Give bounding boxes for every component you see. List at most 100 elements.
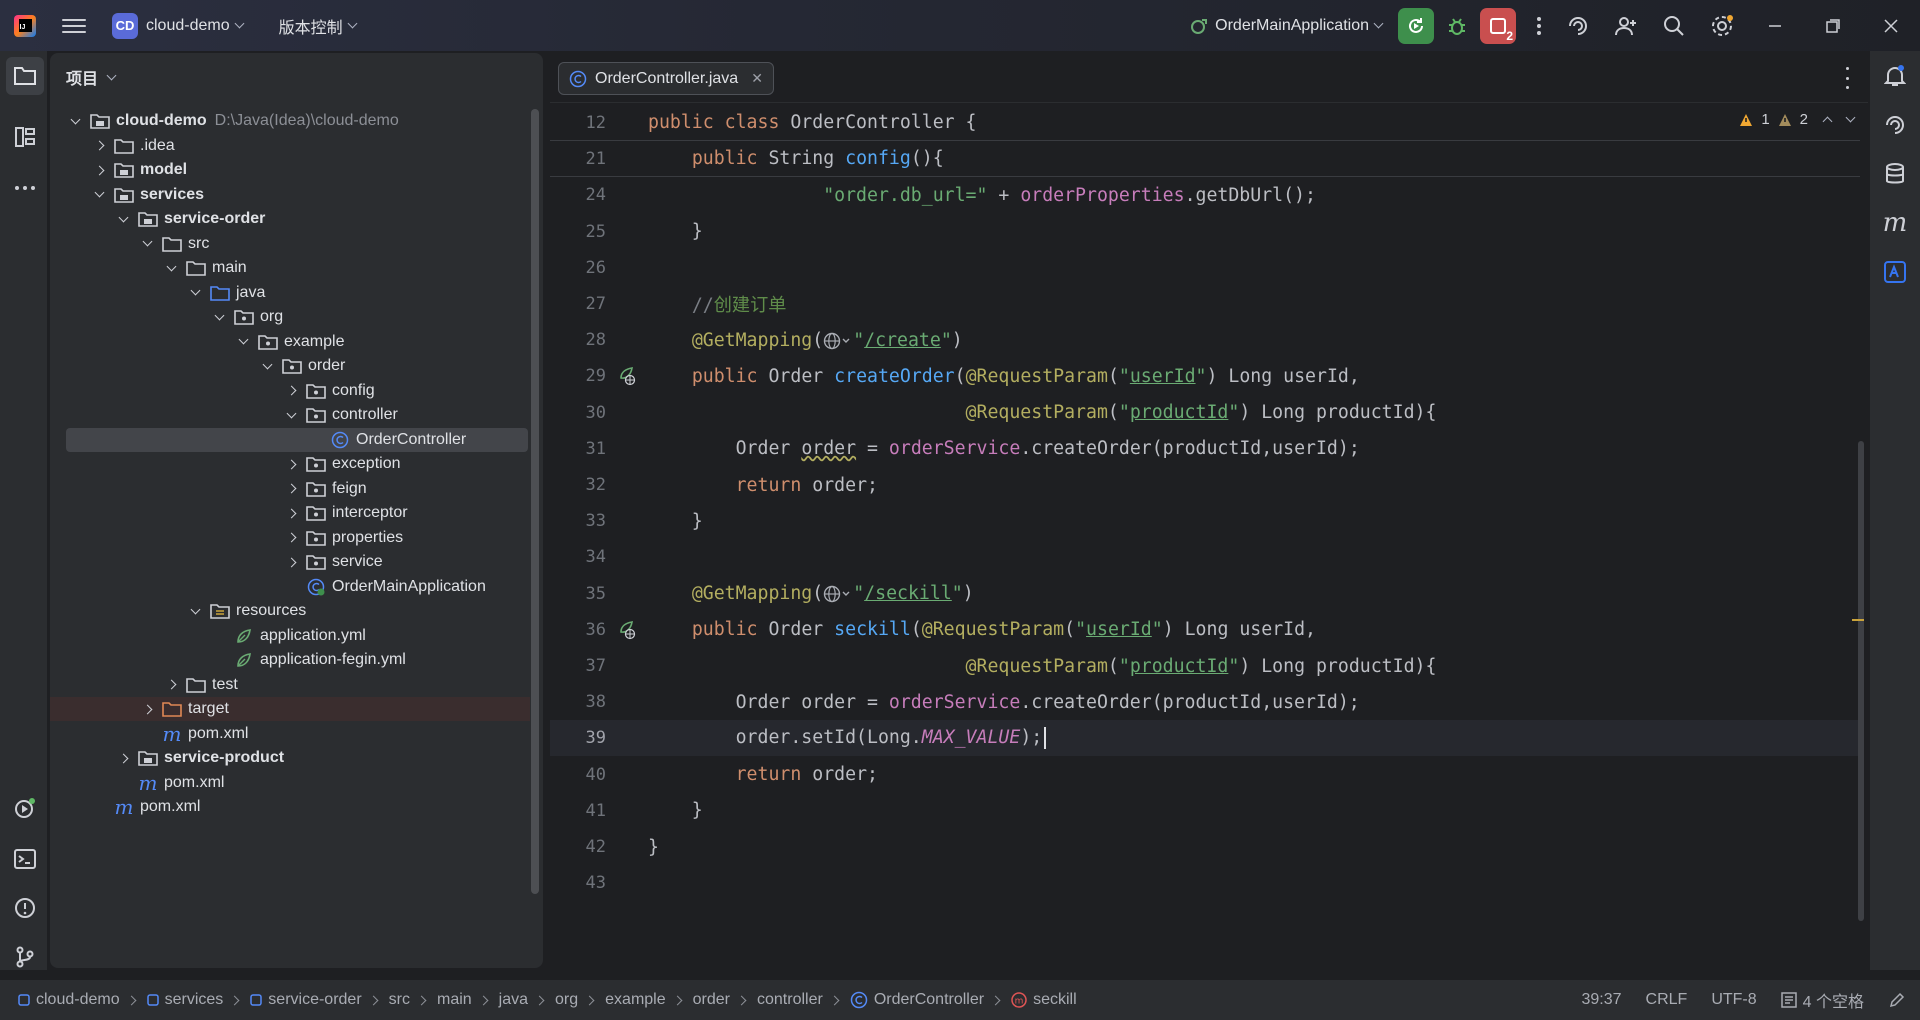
edit-pencil-icon[interactable]: [1888, 991, 1906, 1009]
tree-item[interactable]: config: [50, 379, 530, 403]
indent-widget[interactable]: 4 个空格: [1780, 988, 1864, 1012]
structure-tool-icon[interactable]: [6, 118, 44, 156]
tree-item[interactable]: OrderController: [66, 427, 528, 452]
expand-arrow-down-icon[interactable]: [70, 113, 80, 129]
settings-gear-icon[interactable]: [1698, 0, 1746, 51]
code-line[interactable]: 39 order.setId(Long.MAX_VALUE);: [550, 720, 1860, 757]
code-line[interactable]: 35 @GetMapping("/seckill"): [550, 576, 1860, 612]
url-globe-icon[interactable]: [823, 583, 853, 604]
expand-arrow-right-icon[interactable]: [286, 456, 296, 472]
maven-tool-icon[interactable]: m: [1876, 204, 1914, 242]
expand-arrow-right-icon[interactable]: [142, 701, 152, 717]
code-line[interactable]: 31 Order order = orderService.createOrde…: [550, 431, 1860, 467]
warning-stripe-marker[interactable]: [1852, 619, 1864, 621]
endpoint-gutter-icon[interactable]: [606, 366, 648, 386]
notifications-bell-icon[interactable]: [1876, 57, 1914, 95]
problems-tool-icon[interactable]: [6, 889, 44, 927]
more-actions-icon[interactable]: [1524, 0, 1554, 51]
ai-chat-icon[interactable]: [1876, 106, 1914, 144]
expand-arrow-right-icon[interactable]: [166, 677, 176, 693]
breadcrumb-item[interactable]: main: [437, 991, 472, 1009]
breadcrumb-item[interactable]: order: [693, 991, 730, 1009]
project-tree-scrollbar[interactable]: [531, 109, 539, 894]
expand-arrow-down-icon[interactable]: [214, 309, 224, 325]
project-switcher[interactable]: cloud-demo: [146, 17, 245, 35]
breadcrumb-item[interactable]: OrderController: [850, 991, 984, 1009]
inspection-widget[interactable]: 1 2: [1739, 111, 1856, 128]
endpoint-gutter-icon[interactable]: [606, 620, 648, 640]
caret-position[interactable]: 39:37: [1581, 991, 1621, 1009]
file-encoding[interactable]: UTF-8: [1711, 991, 1756, 1009]
code-line[interactable]: 29 public Order createOrder(@RequestPara…: [550, 358, 1860, 394]
breadcrumb-item[interactable]: m seckill: [1011, 991, 1077, 1009]
expand-arrow-down-icon[interactable]: [262, 358, 272, 374]
tree-item[interactable]: order: [50, 354, 530, 378]
tree-item[interactable]: src: [50, 232, 530, 256]
expand-arrow-right-icon[interactable]: [94, 162, 104, 178]
tree-item[interactable]: OrderMainApplication: [50, 575, 530, 599]
code-line[interactable]: 24 "order.db_url=" + orderProperties.get…: [550, 177, 1860, 213]
expand-arrow-right-icon[interactable]: [286, 481, 296, 497]
tree-item[interactable]: cloud-demo D:\Java(Idea)\cloud-demo: [50, 109, 530, 133]
tree-item[interactable]: java: [50, 281, 530, 305]
breadcrumb-item[interactable]: example: [605, 991, 665, 1009]
tree-item[interactable]: target: [50, 697, 530, 721]
expand-arrow-right-icon[interactable]: [118, 750, 128, 766]
expand-arrow-down-icon[interactable]: [238, 334, 248, 350]
url-globe-icon[interactable]: [823, 330, 853, 351]
tree-item[interactable]: service: [50, 550, 530, 574]
close-tab-icon[interactable]: ✕: [751, 70, 763, 87]
tree-item[interactable]: m pom.xml: [50, 795, 530, 819]
breadcrumb-item[interactable]: java: [499, 991, 528, 1009]
main-menu-icon[interactable]: [62, 18, 86, 33]
code-line[interactable]: 38 Order order = orderService.createOrde…: [550, 684, 1860, 720]
expand-arrow-right-icon[interactable]: [286, 383, 296, 399]
code-line[interactable]: 33 }: [550, 503, 1860, 539]
expand-arrow-down-icon[interactable]: [190, 285, 200, 301]
tree-item[interactable]: application.yml: [50, 624, 530, 648]
tree-item[interactable]: services: [50, 183, 530, 207]
code-line[interactable]: 37 @RequestParam("productId") Long produ…: [550, 648, 1860, 684]
project-tool-folder-icon[interactable]: [6, 57, 44, 95]
code-line[interactable]: 41 }: [550, 793, 1860, 829]
breadcrumb-item[interactable]: org: [555, 991, 578, 1009]
expand-arrow-right-icon[interactable]: [286, 554, 296, 570]
expand-arrow-right-icon[interactable]: [286, 505, 296, 521]
code-line[interactable]: 43: [550, 865, 1860, 901]
expand-arrow-right-icon[interactable]: [286, 530, 296, 546]
tree-item[interactable]: service-order: [50, 207, 530, 231]
expand-arrow-down-icon[interactable]: [142, 236, 152, 252]
database-icon[interactable]: [1876, 155, 1914, 193]
code-line[interactable]: 32 return order;: [550, 467, 1860, 503]
stop-button[interactable]: 2: [1480, 7, 1516, 44]
code-line[interactable]: 40 return order;: [550, 757, 1860, 793]
expand-arrow-down-icon[interactable]: [118, 211, 128, 227]
tree-item[interactable]: main: [50, 256, 530, 280]
expand-arrow-down-icon[interactable]: [94, 187, 104, 203]
tree-item[interactable]: .idea: [50, 134, 530, 158]
tree-item[interactable]: feign: [50, 477, 530, 501]
tree-item[interactable]: test: [50, 673, 530, 697]
run-configuration-selector[interactable]: OrderMainApplication: [1189, 16, 1384, 36]
tree-item[interactable]: service-product: [50, 746, 530, 770]
tree-item[interactable]: model: [50, 158, 530, 182]
breadcrumb-item[interactable]: src: [389, 991, 410, 1009]
intellij-logo-icon[interactable]: IJ: [14, 14, 36, 37]
previous-highlight-icon[interactable]: [1822, 116, 1833, 127]
close-window-icon[interactable]: [1862, 0, 1920, 51]
expand-arrow-right-icon[interactable]: [94, 138, 104, 154]
sticky-code-line[interactable]: 12 public class OrderController {: [550, 105, 1860, 141]
code-line[interactable]: 28 @GetMapping("/create"): [550, 322, 1860, 358]
ai-assistant-icon[interactable]: [1554, 0, 1602, 51]
code-line[interactable]: 36 public Order seckill(@RequestParam("u…: [550, 612, 1860, 648]
code-line[interactable]: 27 //创建订单: [550, 286, 1860, 322]
project-badge[interactable]: CD: [112, 12, 138, 39]
code-editor[interactable]: 12 public class OrderController {21 publi…: [550, 105, 1868, 935]
code-line[interactable]: 26: [550, 250, 1860, 286]
breadcrumb-item[interactable]: controller: [757, 991, 823, 1009]
tree-item[interactable]: resources: [50, 599, 530, 623]
editor-scrollbar[interactable]: [1858, 441, 1864, 921]
git-tool-icon[interactable]: [6, 938, 44, 976]
restore-window-icon[interactable]: [1804, 0, 1862, 51]
expand-arrow-down-icon[interactable]: [190, 603, 200, 619]
